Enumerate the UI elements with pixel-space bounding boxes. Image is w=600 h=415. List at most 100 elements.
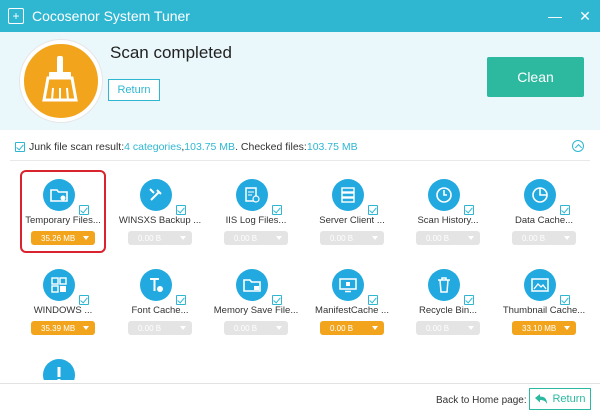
size-dropdown[interactable]: 0.00 B — [320, 321, 384, 335]
junk-categories-grid: Temporary Files... 35.26 MB WINSXS Backu… — [0, 162, 600, 380]
app-logo-icon: + — [8, 8, 24, 24]
item-checkbox[interactable] — [560, 205, 570, 215]
caret-down-icon — [180, 236, 186, 240]
item-checkbox[interactable] — [79, 205, 89, 215]
memory-folder-icon — [236, 269, 268, 301]
pie-chart-icon — [524, 179, 556, 211]
size-dropdown[interactable]: 0.00 B — [128, 231, 192, 245]
size-dropdown[interactable]: 0.00 B — [224, 321, 288, 335]
category-item[interactable]: WINDOWS ... 35.39 MB — [15, 258, 111, 346]
item-size: 35.26 MB — [41, 233, 76, 243]
item-checkbox[interactable] — [79, 295, 89, 305]
item-size: 35.39 MB — [41, 323, 76, 333]
category-item[interactable]: Server Client ... 0.00 B — [304, 168, 400, 256]
item-checkbox[interactable] — [464, 205, 474, 215]
scan-header: Scan completed Return Clean — [0, 32, 600, 130]
app-window: + Cocosenor System Tuner — ✕ Scan comple… — [0, 0, 600, 415]
caret-down-icon — [276, 326, 282, 330]
collapse-chevron-icon[interactable] — [572, 140, 584, 152]
item-label: Recycle Bin... — [418, 305, 478, 316]
log-file-icon — [236, 179, 268, 211]
windows-icon — [43, 269, 75, 301]
category-item[interactable] — [15, 348, 111, 380]
summary-checked-size: 103.75 MB — [306, 141, 358, 153]
size-dropdown[interactable]: 35.39 MB — [31, 321, 95, 335]
size-dropdown[interactable]: 0.00 B — [128, 321, 192, 335]
caret-down-icon — [372, 326, 378, 330]
item-size: 0.00 B — [330, 233, 354, 243]
item-checkbox[interactable] — [176, 205, 186, 215]
size-dropdown[interactable]: 0.00 B — [416, 231, 480, 245]
item-label: Data Cache... — [514, 215, 574, 226]
category-item[interactable]: Scan History... 0.00 B — [400, 168, 496, 256]
category-item[interactable]: Font Cache... 0.00 B — [112, 258, 208, 346]
caret-down-icon — [276, 236, 282, 240]
back-home-label: Back to Home page: — [436, 395, 527, 406]
category-item[interactable]: Data Cache... 0.00 B — [496, 168, 592, 256]
category-item[interactable]: Temporary Files... 35.26 MB — [15, 168, 111, 256]
category-item[interactable]: WINSXS Backup ... 0.00 B — [112, 168, 208, 256]
return-home-button[interactable]: Return — [529, 388, 591, 410]
caret-down-icon — [180, 326, 186, 330]
window-title: Cocosenor System Tuner — [32, 8, 190, 24]
item-size: 0.00 B — [138, 323, 162, 333]
broom-icon — [20, 40, 102, 122]
size-dropdown[interactable]: 0.00 B — [320, 231, 384, 245]
caret-down-icon — [564, 236, 570, 240]
item-checkbox[interactable] — [272, 295, 282, 305]
size-dropdown[interactable]: 35.26 MB — [31, 231, 95, 245]
item-size: 0.00 B — [234, 323, 258, 333]
summary-prefix: Junk file scan result: — [29, 141, 125, 153]
caret-down-icon — [83, 326, 89, 330]
item-label: Thumbnail Cache... — [502, 305, 586, 316]
clean-button[interactable]: Clean — [487, 57, 584, 97]
monitor-icon — [332, 269, 364, 301]
caret-down-icon — [468, 236, 474, 240]
item-size: 0.00 B — [330, 323, 354, 333]
category-item[interactable]: IIS Log Files... 0.00 B — [208, 168, 304, 256]
folder-icon — [43, 179, 75, 211]
item-label: ManifestCache ... — [315, 305, 389, 316]
item-size: 0.00 B — [234, 233, 258, 243]
clock-icon — [428, 179, 460, 211]
return-button[interactable]: Return — [108, 79, 160, 101]
title-bar: + Cocosenor System Tuner — ✕ — [0, 0, 600, 32]
caret-down-icon — [564, 326, 570, 330]
minimize-button[interactable]: — — [548, 8, 562, 24]
scan-status-title: Scan completed — [110, 43, 232, 62]
item-size: 33.10 MB — [522, 323, 557, 333]
item-label: IIS Log Files... — [225, 215, 287, 226]
category-item[interactable]: ManifestCache ... 0.00 B — [304, 258, 400, 346]
item-label: Scan History... — [417, 215, 479, 226]
caret-down-icon — [83, 236, 89, 240]
divider — [10, 160, 590, 161]
summary-checked-label: . Checked files: — [235, 141, 307, 153]
item-checkbox[interactable] — [368, 205, 378, 215]
size-dropdown[interactable]: 33.10 MB — [512, 321, 576, 335]
item-label: WINSXS Backup ... — [118, 215, 202, 226]
item-size: 0.00 B — [426, 233, 450, 243]
size-dropdown[interactable]: 0.00 B — [224, 231, 288, 245]
item-size: 0.00 B — [138, 233, 162, 243]
category-item[interactable]: Recycle Bin... 0.00 B — [400, 258, 496, 346]
item-checkbox[interactable] — [368, 295, 378, 305]
thumbnail-icon — [524, 269, 556, 301]
size-dropdown[interactable]: 0.00 B — [416, 321, 480, 335]
close-button[interactable]: ✕ — [578, 8, 592, 25]
return-home-label: Return — [552, 393, 586, 405]
item-checkbox[interactable] — [560, 295, 570, 305]
item-checkbox[interactable] — [464, 295, 474, 305]
footer-bar: Back to Home page: Return — [0, 383, 600, 415]
item-size: 0.00 B — [522, 233, 546, 243]
category-item[interactable]: Memory Save File... 0.00 B — [208, 258, 304, 346]
return-arrow-icon — [535, 394, 548, 404]
item-label: Server Client ... — [319, 215, 385, 226]
item-label: Font Cache... — [131, 305, 189, 316]
item-checkbox[interactable] — [176, 295, 186, 305]
item-checkbox[interactable] — [272, 205, 282, 215]
server-icon — [332, 179, 364, 211]
size-dropdown[interactable]: 0.00 B — [512, 231, 576, 245]
select-all-checkbox[interactable] — [15, 142, 25, 152]
summary-size: 103.75 MB — [184, 141, 236, 153]
category-item[interactable]: Thumbnail Cache... 33.10 MB — [496, 258, 592, 346]
